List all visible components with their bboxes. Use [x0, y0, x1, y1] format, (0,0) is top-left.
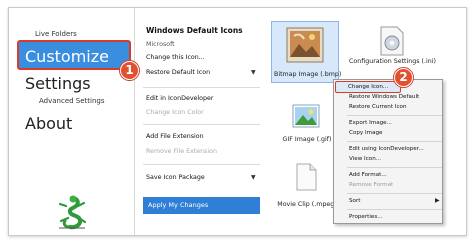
gecko-logo-icon	[58, 195, 87, 230]
menu-separator	[347, 141, 442, 142]
menu-item-export-image[interactable]: Export Image...	[349, 120, 392, 126]
apply-my-changes-label: Apply My Changes	[148, 201, 209, 209]
menu-item-properties[interactable]: Properties...	[349, 214, 383, 220]
chevron-right-icon: ▶	[435, 197, 440, 204]
chevron-down-icon[interactable]: ▼	[251, 174, 256, 181]
icon-label-bitmap: Bitmap Image (.bmp)	[274, 71, 342, 78]
menu-item-sort[interactable]: Sort	[349, 198, 360, 204]
menu-item-restore-windows-default[interactable]: Restore Windows Default	[349, 94, 419, 100]
icon-label-config: Configuration Settings (.ini)	[349, 58, 436, 65]
change-icon-color-button: Change Icon Color	[146, 109, 204, 116]
icon-tile-bitmap[interactable]: Bitmap Image (.bmp)	[271, 21, 342, 83]
nav-item-customize[interactable]: Customize	[17, 40, 131, 70]
gif-image-icon[interactable]	[292, 104, 320, 128]
sidebar-nav: Live Folders Customize Settings Advanced…	[9, 8, 134, 235]
menu-separator	[347, 193, 442, 194]
bitmap-image-icon	[286, 27, 324, 63]
change-this-icon-link[interactable]: Change this Icon...	[146, 54, 205, 61]
nav-item-live-folders[interactable]: Live Folders	[35, 30, 77, 38]
nav-item-about[interactable]: About	[25, 114, 72, 133]
icon-label-movie: Movie Clip (.mpeg)	[277, 201, 337, 208]
menu-item-add-format[interactable]: Add Format...	[349, 172, 387, 178]
nav-item-settings[interactable]: Settings	[25, 74, 91, 93]
nav-item-customize-label: Customize	[25, 47, 109, 66]
restore-default-icon-dropdown[interactable]: Restore Default Icon	[146, 69, 210, 76]
menu-separator	[347, 115, 442, 116]
chevron-down-icon[interactable]: ▼	[251, 69, 256, 76]
divider	[143, 164, 260, 165]
apply-my-changes-button[interactable]: Apply My Changes	[143, 197, 260, 214]
nav-item-advanced-settings[interactable]: Advanced Settings	[39, 97, 105, 105]
edit-in-icondeveloper-button[interactable]: Edit in IconDeveloper	[146, 95, 214, 102]
config-settings-icon[interactable]	[377, 25, 407, 57]
panel-title: Windows Default Icons	[146, 26, 243, 35]
step-badge-2: 2	[394, 68, 413, 87]
menu-item-view-icon[interactable]: View Icon...	[349, 156, 381, 162]
panel-vendor: Microsoft	[146, 41, 175, 48]
divider	[143, 87, 260, 88]
menu-item-copy-image[interactable]: Copy Image	[349, 130, 383, 136]
app-window: Live Folders Customize Settings Advanced…	[8, 7, 467, 236]
context-menu: Change Icon... Restore Windows Default R…	[333, 79, 443, 224]
menu-separator	[347, 209, 442, 210]
menu-item-remove-format: Remove Format	[349, 182, 394, 188]
icon-options-panel: Windows Default Icons Microsoft Change t…	[143, 8, 261, 235]
menu-item-restore-current-icon[interactable]: Restore Current Icon	[349, 104, 406, 110]
remove-file-extension-button: Remove File Extension	[146, 148, 218, 155]
add-file-extension-button[interactable]: Add File Extension	[146, 133, 204, 140]
save-icon-package-dropdown[interactable]: Save Icon Package	[146, 174, 205, 181]
menu-item-change-icon-label: Change Icon...	[348, 84, 389, 90]
menu-item-edit-using-icondeveloper[interactable]: Edit using IconDeveloper...	[349, 146, 424, 152]
menu-separator	[347, 167, 442, 168]
nav-divider	[134, 8, 135, 235]
step-badge-1: 1	[120, 61, 139, 80]
menu-item-change-icon[interactable]: Change Icon...	[335, 81, 401, 93]
divider	[143, 124, 260, 125]
icon-label-gif: GIF Image (.gif)	[282, 136, 332, 143]
movie-file-icon[interactable]	[295, 163, 317, 191]
